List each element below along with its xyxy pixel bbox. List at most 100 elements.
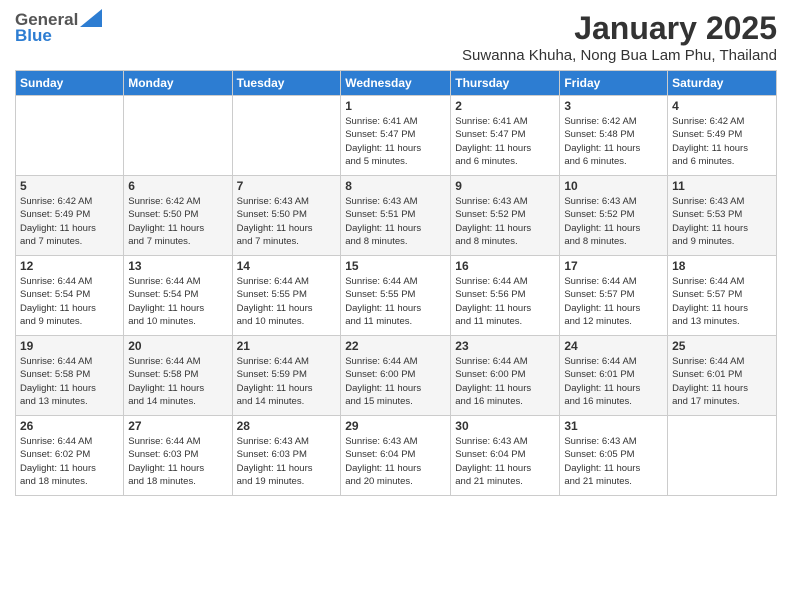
day-number: 21 — [237, 339, 337, 353]
calendar-cell: 10 Sunrise: 6:43 AM Sunset: 5:52 PM Dayli… — [560, 176, 668, 256]
calendar-cell: 23 Sunrise: 6:44 AM Sunset: 6:00 PM Dayli… — [451, 336, 560, 416]
calendar-cell: 7Sunrise: 6:43 AM Sunset: 5:50 PM Daylig… — [232, 176, 341, 256]
calendar-cell: 12Sunrise: 6:44 AM Sunset: 5:54 PM Dayli… — [16, 256, 124, 336]
calendar-cell: 17 Sunrise: 6:44 AM Sunset: 5:57 PM Dayli… — [560, 256, 668, 336]
header: General Blue January 2025 Suwanna Khuha,… — [15, 10, 777, 64]
day-number: 20 — [128, 339, 227, 353]
day-info: Sunrise: 6:44 AM Sunset: 5:57 PM Dayligh… — [672, 275, 772, 328]
day-number: 1 — [345, 99, 446, 113]
calendar-cell: 19 Sunrise: 6:44 AM Sunset: 5:58 PM Dayli… — [16, 336, 124, 416]
day-number: 27 — [128, 419, 227, 433]
calendar-cell: 22 Sunrise: 6:44 AM Sunset: 6:00 PM Dayli… — [341, 336, 451, 416]
calendar-cell: 9 Sunrise: 6:43 AM Sunset: 5:52 PM Daylig… — [451, 176, 560, 256]
day-info: Sunrise: 6:44 AM Sunset: 5:54 PM Dayligh… — [20, 275, 119, 328]
day-number: 25 — [672, 339, 772, 353]
day-info: Sunrise: 6:44 AM Sunset: 5:54 PM Dayligh… — [128, 275, 227, 328]
day-number: 15 — [345, 259, 446, 273]
day-number: 18 — [672, 259, 772, 273]
day-info: Sunrise: 6:42 AM Sunset: 5:50 PM Dayligh… — [128, 195, 227, 248]
calendar-week-row: 12Sunrise: 6:44 AM Sunset: 5:54 PM Dayli… — [16, 256, 777, 336]
calendar-cell — [232, 96, 341, 176]
calendar-cell: 28 Sunrise: 6:43 AM Sunset: 6:03 PM Dayli… — [232, 416, 341, 496]
day-info: Sunrise: 6:44 AM Sunset: 6:00 PM Dayligh… — [455, 355, 555, 408]
day-info: Sunrise: 6:43 AM Sunset: 5:53 PM Dayligh… — [672, 195, 772, 248]
calendar-cell: 13 Sunrise: 6:44 AM Sunset: 5:54 PM Dayli… — [124, 256, 232, 336]
day-info: Sunrise: 6:43 AM Sunset: 6:03 PM Dayligh… — [237, 435, 337, 488]
day-info: Sunrise: 6:44 AM Sunset: 6:01 PM Dayligh… — [672, 355, 772, 408]
day-info: Sunrise: 6:43 AM Sunset: 5:51 PM Dayligh… — [345, 195, 446, 248]
calendar-cell: 16 Sunrise: 6:44 AM Sunset: 5:56 PM Dayli… — [451, 256, 560, 336]
day-info: Sunrise: 6:44 AM Sunset: 5:56 PM Dayligh… — [455, 275, 555, 328]
day-number: 23 — [455, 339, 555, 353]
day-info: Sunrise: 6:42 AM Sunset: 5:49 PM Dayligh… — [20, 195, 119, 248]
day-number: 26 — [20, 419, 119, 433]
day-number: 2 — [455, 99, 555, 113]
day-number: 16 — [455, 259, 555, 273]
calendar-cell: 8 Sunrise: 6:43 AM Sunset: 5:51 PM Daylig… — [341, 176, 451, 256]
calendar-week-row: 5Sunrise: 6:42 AM Sunset: 5:49 PM Daylig… — [16, 176, 777, 256]
day-number: 9 — [455, 179, 555, 193]
day-number: 13 — [128, 259, 227, 273]
logo: General Blue — [15, 10, 102, 46]
calendar-cell: 20 Sunrise: 6:44 AM Sunset: 5:58 PM Dayli… — [124, 336, 232, 416]
day-info: Sunrise: 6:41 AM Sunset: 5:47 PM Dayligh… — [455, 115, 555, 168]
day-number: 17 — [564, 259, 663, 273]
day-number: 3 — [564, 99, 663, 113]
day-number: 8 — [345, 179, 446, 193]
day-info: Sunrise: 6:44 AM Sunset: 6:00 PM Dayligh… — [345, 355, 446, 408]
day-number: 7 — [237, 179, 337, 193]
day-info: Sunrise: 6:43 AM Sunset: 5:52 PM Dayligh… — [455, 195, 555, 248]
day-info: Sunrise: 6:44 AM Sunset: 5:58 PM Dayligh… — [128, 355, 227, 408]
calendar-week-row: 19 Sunrise: 6:44 AM Sunset: 5:58 PM Dayli… — [16, 336, 777, 416]
calendar-header-row: SundayMondayTuesdayWednesdayThursdayFrid… — [16, 71, 777, 96]
day-info: Sunrise: 6:44 AM Sunset: 5:55 PM Dayligh… — [345, 275, 446, 328]
calendar-cell: 1Sunrise: 6:41 AM Sunset: 5:47 PM Daylig… — [341, 96, 451, 176]
day-number: 10 — [564, 179, 663, 193]
weekday-header: Thursday — [451, 71, 560, 96]
day-info: Sunrise: 6:44 AM Sunset: 5:58 PM Dayligh… — [20, 355, 119, 408]
calendar-cell: 29 Sunrise: 6:43 AM Sunset: 6:04 PM Dayli… — [341, 416, 451, 496]
calendar-cell: 21Sunrise: 6:44 AM Sunset: 5:59 PM Dayli… — [232, 336, 341, 416]
day-number: 19 — [20, 339, 119, 353]
weekday-header: Sunday — [16, 71, 124, 96]
day-info: Sunrise: 6:44 AM Sunset: 5:55 PM Dayligh… — [237, 275, 337, 328]
day-number: 14 — [237, 259, 337, 273]
calendar-cell: 4 Sunrise: 6:42 AM Sunset: 5:49 PM Daylig… — [668, 96, 777, 176]
calendar-cell: 24Sunrise: 6:44 AM Sunset: 6:01 PM Dayli… — [560, 336, 668, 416]
calendar-cell: 3Sunrise: 6:42 AM Sunset: 5:48 PM Daylig… — [560, 96, 668, 176]
day-info: Sunrise: 6:43 AM Sunset: 5:52 PM Dayligh… — [564, 195, 663, 248]
calendar-cell: 31Sunrise: 6:43 AM Sunset: 6:05 PM Dayli… — [560, 416, 668, 496]
weekday-header: Tuesday — [232, 71, 341, 96]
day-number: 11 — [672, 179, 772, 193]
calendar-table: SundayMondayTuesdayWednesdayThursdayFrid… — [15, 70, 777, 496]
weekday-header: Wednesday — [341, 71, 451, 96]
day-number: 31 — [564, 419, 663, 433]
calendar-cell: 15 Sunrise: 6:44 AM Sunset: 5:55 PM Dayli… — [341, 256, 451, 336]
title-block: January 2025 Suwanna Khuha, Nong Bua Lam… — [462, 10, 777, 64]
day-number: 4 — [672, 99, 772, 113]
page: General Blue January 2025 Suwanna Khuha,… — [0, 0, 792, 612]
day-number: 6 — [128, 179, 227, 193]
day-info: Sunrise: 6:44 AM Sunset: 5:57 PM Dayligh… — [564, 275, 663, 328]
calendar-cell — [668, 416, 777, 496]
logo-triangle-icon — [80, 9, 102, 27]
calendar-cell: 14 Sunrise: 6:44 AM Sunset: 5:55 PM Dayli… — [232, 256, 341, 336]
day-number: 29 — [345, 419, 446, 433]
day-info: Sunrise: 6:43 AM Sunset: 6:04 PM Dayligh… — [455, 435, 555, 488]
weekday-header: Monday — [124, 71, 232, 96]
day-info: Sunrise: 6:42 AM Sunset: 5:49 PM Dayligh… — [672, 115, 772, 168]
day-number: 22 — [345, 339, 446, 353]
calendar-cell: 25 Sunrise: 6:44 AM Sunset: 6:01 PM Dayli… — [668, 336, 777, 416]
calendar-cell: 26 Sunrise: 6:44 AM Sunset: 6:02 PM Dayli… — [16, 416, 124, 496]
weekday-header: Friday — [560, 71, 668, 96]
calendar-cell: 27Sunrise: 6:44 AM Sunset: 6:03 PM Dayli… — [124, 416, 232, 496]
calendar-cell: 30 Sunrise: 6:43 AM Sunset: 6:04 PM Dayli… — [451, 416, 560, 496]
day-number: 30 — [455, 419, 555, 433]
calendar-cell — [16, 96, 124, 176]
day-info: Sunrise: 6:44 AM Sunset: 6:01 PM Dayligh… — [564, 355, 663, 408]
calendar-week-row: 26 Sunrise: 6:44 AM Sunset: 6:02 PM Dayli… — [16, 416, 777, 496]
day-number: 28 — [237, 419, 337, 433]
day-info: Sunrise: 6:43 AM Sunset: 6:04 PM Dayligh… — [345, 435, 446, 488]
day-info: Sunrise: 6:44 AM Sunset: 6:02 PM Dayligh… — [20, 435, 119, 488]
calendar-week-row: 1 Sunrise: 6:41 AM Sunset: 5:47 PM Daylig… — [16, 96, 777, 176]
